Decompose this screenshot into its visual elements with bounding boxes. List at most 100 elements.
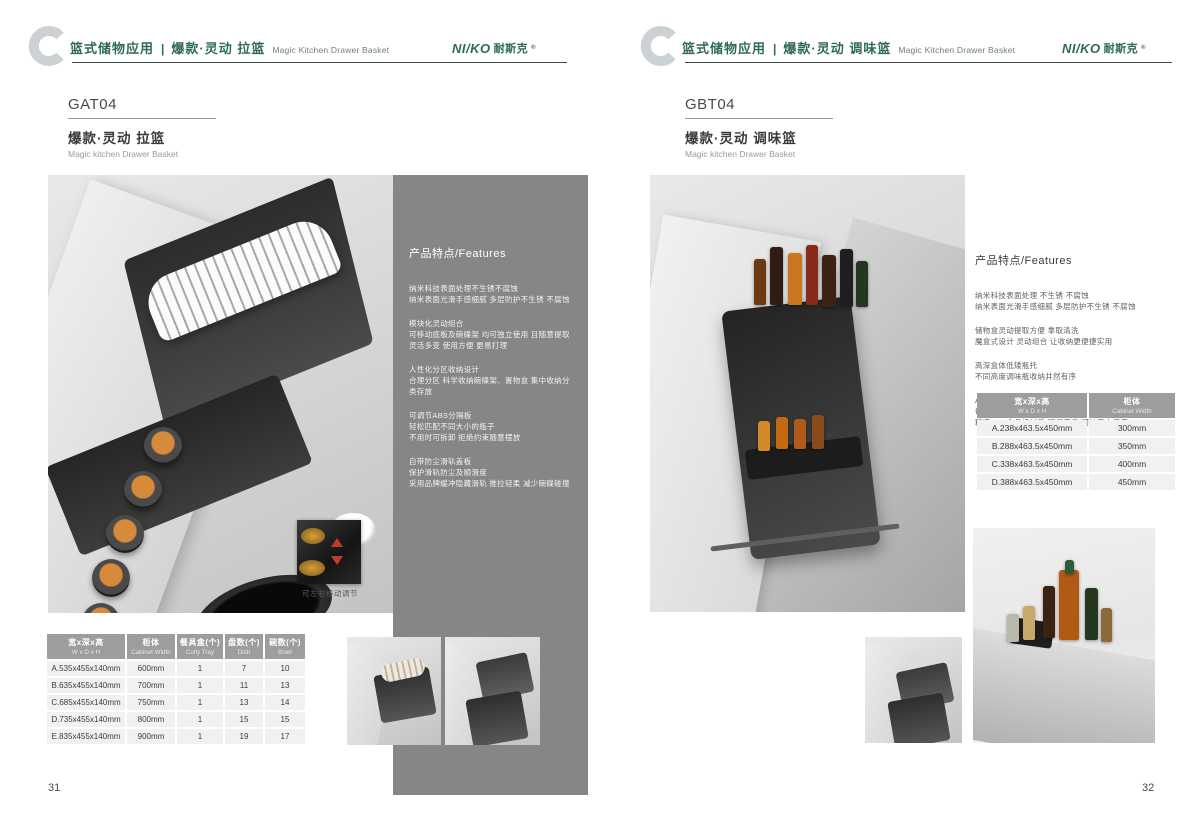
feature-line: 纳米科技表面处理不生锈不腐蚀 (409, 283, 572, 294)
cell-cutlery-tray: 1 (177, 661, 223, 676)
cell-dimensions: E.835x455x140mm (47, 729, 125, 744)
model-code: GAT04 (68, 96, 288, 113)
header-title: 爆款·灵动 拉篮 (171, 38, 265, 57)
countertop-shape (973, 626, 1155, 743)
cell-bowl-count: 13 (265, 678, 305, 693)
spice-jar-shape (1101, 608, 1112, 642)
bowl-shape (92, 559, 130, 597)
header-subtitle: Magic Kitchen Drawer Basket (272, 45, 389, 55)
feature-line: 储物盒灵动提取方便 拿取清洗 (975, 325, 1180, 336)
feature-group: 模块化灵动组合 可移动底板及碗碟架 均可独立使用 且随意提取 灵活多变 使用方便… (409, 318, 572, 351)
feature-line: 采用品牌缓冲隐藏滑轨 推拉轻柔 减少碗碟碰撞 (409, 478, 572, 489)
cell-dimensions: B.635x455x140mm (47, 678, 125, 693)
left-header-rule (72, 62, 567, 63)
feature-line: 可移动底板及碗碟架 均可独立使用 且随意提取 (409, 329, 572, 340)
table-row: C.338x463.5x450mm 400mm (977, 456, 1175, 472)
feature-group: 人性化分区收纳设计 合理分区 科学收纳碗碟架、置物盒 集中收纳分类存放 (409, 364, 572, 397)
feature-line: 轻松匹配不同大小的瓶子 (409, 421, 572, 432)
col-header-en: Cabinet Width (129, 649, 173, 656)
product-name-cn: 爆款·灵动 调味篮 (685, 127, 905, 147)
col-cutlery-tray: 餐具盒(个) Cutly Tray (177, 634, 223, 659)
inset-caption: 可左右移动调节 (288, 588, 372, 599)
catalog-spread: 篮式储物应用 | 爆款·灵动 拉篮 Magic Kitchen Drawer B… (0, 0, 1200, 820)
left-small-photo-1 (347, 637, 441, 745)
model-underline (68, 118, 216, 119)
model-code: GBT04 (685, 96, 905, 113)
col-dish-count: 盘数(个) Dish (225, 634, 263, 659)
feature-line: 魔盒式设计 灵动组合 让收纳更便捷实用 (975, 336, 1180, 347)
cell-bowl-count: 10 (265, 661, 305, 676)
bottle-shape (770, 247, 783, 305)
bottle-shape (840, 249, 853, 307)
cell-cabinet-width: 300mm (1089, 420, 1175, 436)
header-title: 爆款·灵动 调味篮 (783, 38, 891, 57)
cell-cabinet-width: 900mm (127, 729, 175, 744)
bottle-shape (776, 417, 788, 449)
right-small-photo (865, 637, 962, 743)
bottle-shape (812, 415, 824, 449)
table-row: C.685x455x140mm 750mm 1 13 14 (47, 695, 305, 710)
feature-line: 纳米科技表面处理 不生锈 不腐蚀 (975, 290, 1180, 301)
bowl-detail-shape (301, 528, 325, 544)
table-header-row: 宽x深x高 W x D x H 柜体 Cabinet Width (977, 393, 1175, 418)
cell-cutlery-tray: 1 (177, 729, 223, 744)
feature-line: 模块化灵动组合 (409, 318, 572, 329)
header-subtitle: Magic Kitchen Drawer Basket (898, 45, 1015, 55)
feature-line: 不同高度调味瓶收纳井然有序 (975, 371, 1180, 382)
table-row: B.635x455x140mm 700mm 1 11 13 (47, 678, 305, 693)
bowl-detail-shape (299, 560, 325, 576)
col-header-en: W x D x H (49, 649, 123, 656)
bottle-cap-shape (1065, 560, 1074, 574)
cell-cabinet-width: 600mm (127, 661, 175, 676)
header-separator: | (161, 42, 164, 56)
table-row: D.735x455x140mm 800mm 1 15 15 (47, 712, 305, 727)
right-bottom-photo (973, 528, 1155, 743)
cell-dimensions: A.238x463.5x450mm (977, 420, 1087, 436)
left-small-photo-2 (445, 637, 540, 745)
spice-basket-shape (887, 693, 950, 743)
left-product-title: GAT04 爆款·灵动 拉篮 Magic kitchen Drawer Bask… (68, 96, 288, 159)
cell-cutlery-tray: 1 (177, 712, 223, 727)
features-heading: 产品特点/Features (409, 245, 572, 261)
left-spec-table: 宽x深x高 W x D x H 柜体 Cabinet Width 餐具盒(个) … (45, 632, 307, 746)
feature-line: 高深盒体低矮瓶托 (975, 360, 1180, 371)
bottle-shape (806, 245, 818, 305)
col-header-cn: 碗数(个) (267, 637, 303, 648)
feature-line: 灵活多变 使用方便 更易打理 (409, 340, 572, 351)
cell-bowl-count: 15 (265, 712, 305, 727)
nisko-logo-cn: 耐斯克 (494, 40, 529, 56)
bottle-shape (1085, 588, 1098, 640)
cell-dish-count: 11 (225, 678, 263, 693)
left-header-text: 篮式储物应用 | 爆款·灵动 拉篮 Magic Kitchen Drawer B… (70, 38, 389, 57)
feature-line: 可调节ABS分隔板 (409, 410, 572, 421)
feature-line: 纳米表面光滑手感细腻 多层防护不生锈 不腐蚀 (975, 301, 1180, 312)
nisko-logo: NI/KO 耐斯克 ® (452, 40, 536, 56)
cell-bowl-count: 17 (265, 729, 305, 744)
nisko-logo: NI/KO 耐斯克 ® (1062, 40, 1146, 56)
bottle-shape (1043, 586, 1055, 638)
drawer-basket-shape (465, 691, 528, 745)
feature-line: 自带防尘滑轨盖板 (409, 456, 572, 467)
feature-group: 纳米科技表面处理不生锈不腐蚀 纳米表面光滑手感细腻 多层防护不生锈 不腐蚀 (409, 283, 572, 305)
right-main-product-photo (650, 175, 965, 612)
col-header-cn: 盘数(个) (227, 637, 261, 648)
col-header-cn: 柜体 (1091, 396, 1173, 407)
col-header-en: W x D x H (979, 408, 1085, 415)
header-separator: | (773, 42, 776, 56)
col-dimensions: 宽x深x高 W x D x H (977, 393, 1087, 418)
bottle-shape (856, 261, 868, 307)
left-inset-detail-photo (297, 520, 361, 584)
cell-dish-count: 13 (225, 695, 263, 710)
nisko-logo-en: NI/KO (452, 41, 491, 56)
spice-jar-shape (1007, 614, 1019, 642)
col-header-cn: 宽x深x高 (979, 396, 1085, 407)
move-up-arrow-icon (331, 538, 343, 547)
bowl-shape (106, 515, 144, 553)
table-row: A.535x455x140mm 600mm 1 7 10 (47, 661, 305, 676)
oil-bottle-shape (1059, 570, 1079, 640)
cell-dimensions: C.685x455x140mm (47, 695, 125, 710)
right-spec-table: 宽x深x高 W x D x H 柜体 Cabinet Width A.238x4… (975, 391, 1177, 492)
table-row: B.288x463.5x450mm 350mm (977, 438, 1175, 454)
header-category: 篮式储物应用 (70, 38, 154, 57)
col-header-en: Cabinet Width (1091, 408, 1173, 415)
